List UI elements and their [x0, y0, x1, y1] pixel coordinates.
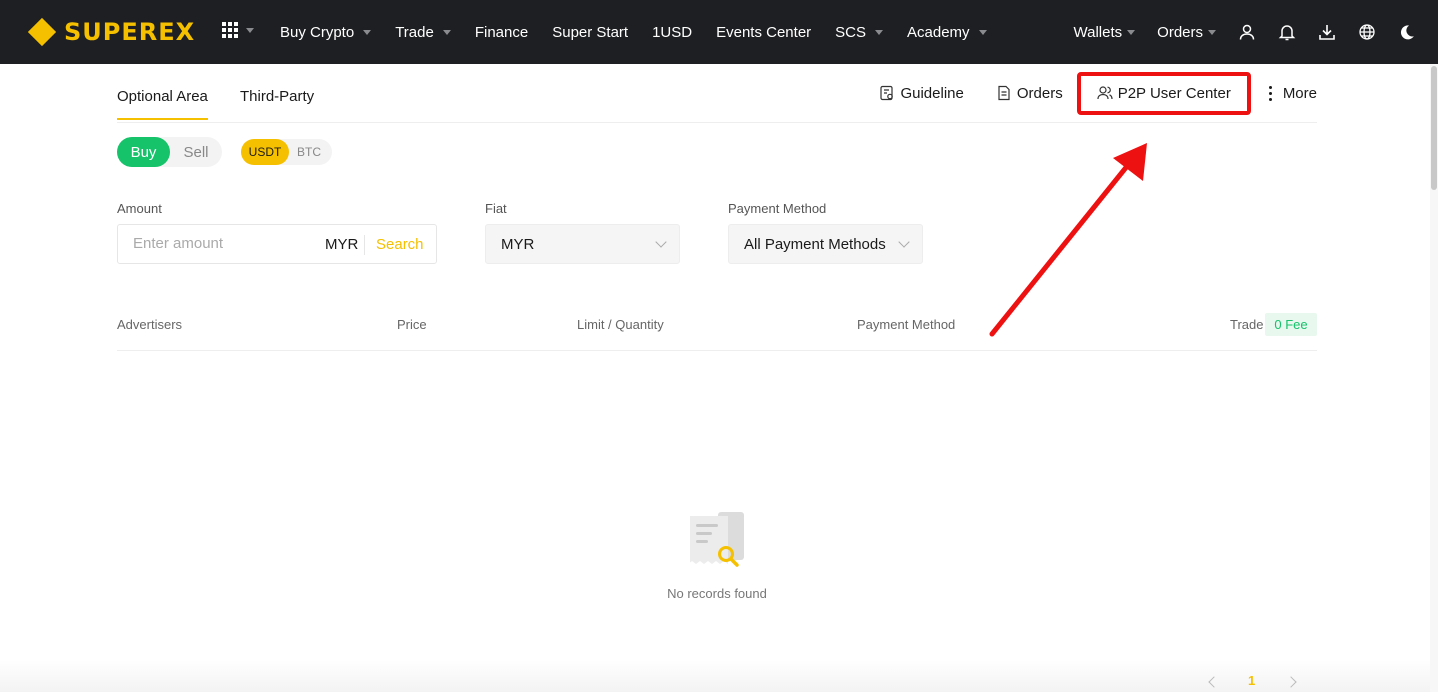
users-icon — [1097, 86, 1113, 100]
nav-label: Wallets — [1073, 23, 1123, 41]
nav-label: Events Center — [716, 23, 812, 41]
payment-method-select[interactable]: All Payment Methods — [728, 224, 923, 264]
caret-down-icon — [246, 27, 254, 33]
p2p-user-center-label: P2P User Center — [1117, 84, 1231, 102]
tab-third-party[interactable]: Third-Party — [240, 88, 314, 105]
caret-down-icon — [363, 29, 372, 35]
no-records-icon — [690, 512, 744, 567]
logo-text: SUPEREX — [64, 18, 196, 46]
amount-input[interactable] — [133, 235, 313, 252]
scrollbar-thumb[interactable] — [1431, 66, 1437, 190]
search-button[interactable]: Search — [376, 236, 424, 253]
amount-currency: MYR — [325, 236, 359, 253]
more-vertical-icon — [1268, 85, 1272, 101]
nav-finance[interactable]: Finance — [475, 24, 528, 41]
buy-button[interactable]: Buy — [117, 137, 170, 167]
nav-label: Super Start — [552, 23, 629, 41]
coin-btc[interactable]: BTC — [289, 139, 329, 165]
bottom-shade — [0, 660, 1438, 692]
buy-sell-toggle: Buy Sell — [117, 137, 222, 167]
download-icon[interactable] — [1318, 23, 1336, 41]
caret-down-icon — [1127, 29, 1136, 35]
chevron-down-icon — [655, 236, 667, 248]
nav-super-start[interactable]: Super Start — [552, 24, 628, 41]
more-menu[interactable]: More — [1268, 84, 1317, 102]
nav-buy-crypto[interactable]: Buy Crypto — [280, 23, 372, 41]
user-icon[interactable] — [1238, 23, 1256, 41]
top-navbar: SUPEREX Buy Crypto Trade Finance Super S… — [0, 0, 1438, 64]
coin-toggle: USDT BTC — [241, 139, 332, 165]
amount-field: MYR Search — [117, 224, 437, 264]
column-limit-quantity: Limit / Quantity — [577, 317, 664, 332]
apps-menu-button[interactable] — [222, 22, 254, 38]
chevron-down-icon — [898, 236, 910, 248]
nav-scs[interactable]: SCS — [835, 24, 883, 41]
nav-trade[interactable]: Trade — [395, 24, 451, 41]
caret-down-icon — [442, 29, 451, 35]
document-icon — [998, 85, 1010, 101]
nav-1usd[interactable]: 1USD — [652, 24, 692, 41]
guideline-label: Guideline — [900, 84, 964, 102]
bell-icon[interactable] — [1278, 23, 1296, 41]
page-number-current[interactable]: 1 — [1248, 673, 1255, 688]
grid-icon — [222, 22, 238, 38]
column-payment-method: Payment Method — [857, 317, 956, 332]
nav-label: SCS — [835, 23, 866, 41]
globe-icon[interactable] — [1358, 23, 1376, 41]
subheader-links: Guideline Orders P2P User Center More — [847, 64, 1317, 122]
nav-label: Academy — [907, 23, 970, 41]
nav-right: Wallets Orders — [1074, 0, 1416, 64]
nav-academy[interactable]: Academy — [907, 24, 987, 41]
fiat-value: MYR — [501, 236, 535, 253]
orders-label: Orders — [1016, 84, 1063, 102]
p2p-subheader: Optional Area Third-Party Guideline Orde… — [117, 64, 1317, 123]
more-label: More — [1282, 84, 1317, 102]
fiat-select[interactable]: MYR — [485, 224, 680, 264]
p2p-user-center-link[interactable]: P2P User Center — [1076, 71, 1251, 115]
payment-method-value: All Payment Methods — [744, 236, 886, 253]
amount-label: Amount — [117, 201, 162, 216]
nav-label: Trade — [395, 23, 434, 41]
payment-method-label: Payment Method — [728, 201, 827, 216]
superex-logo[interactable]: SUPEREX — [27, 17, 196, 47]
table-header-divider — [117, 350, 1317, 351]
fiat-label: Fiat — [485, 201, 507, 216]
column-trade: Trade — [1230, 317, 1264, 332]
orders-menu[interactable]: Orders — [1157, 24, 1216, 41]
empty-state-text: No records found — [667, 586, 767, 601]
caret-down-icon — [1208, 29, 1216, 35]
column-price: Price — [397, 317, 427, 332]
sell-button[interactable]: Sell — [170, 137, 222, 167]
caret-down-icon — [978, 29, 987, 35]
nav-label: 1USD — [652, 23, 693, 41]
nav-events-center[interactable]: Events Center — [716, 24, 811, 41]
field-divider — [364, 235, 365, 255]
guideline-link[interactable]: Guideline — [879, 84, 964, 102]
tab-optional-area[interactable]: Optional Area — [117, 88, 208, 120]
caret-down-icon — [875, 29, 883, 35]
nav-label: Buy Crypto — [280, 23, 355, 41]
logo-diamond-icon — [27, 17, 57, 47]
column-advertisers: Advertisers — [117, 317, 183, 332]
main-nav: Buy Crypto Trade Finance Super Start 1US… — [280, 0, 1011, 64]
coin-usdt[interactable]: USDT — [241, 139, 289, 165]
nav-label: Orders — [1157, 23, 1203, 41]
nav-label: Finance — [474, 23, 529, 41]
moon-icon[interactable] — [1398, 23, 1416, 41]
guideline-icon — [880, 85, 894, 101]
wallets-menu[interactable]: Wallets — [1074, 24, 1136, 41]
zero-fee-badge: 0 Fee — [1265, 313, 1317, 336]
orders-link[interactable]: Orders — [996, 85, 1063, 102]
